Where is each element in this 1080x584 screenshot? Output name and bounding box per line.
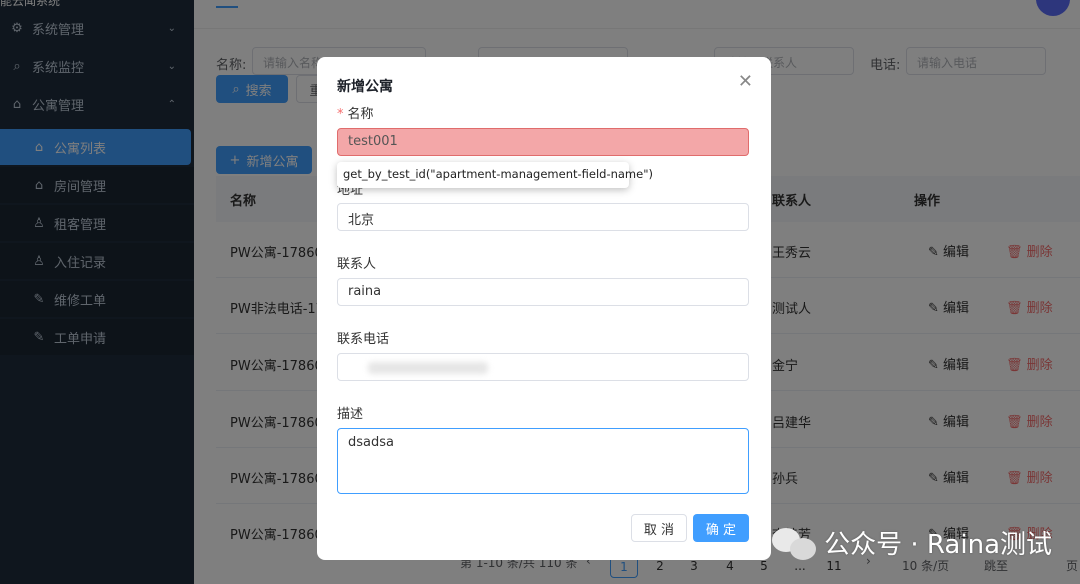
phone-field[interactable] <box>337 353 749 381</box>
redacted-phone <box>368 362 488 374</box>
phone-field-label: 联系电话 <box>337 332 390 347</box>
address-field[interactable]: 北京 <box>337 203 749 231</box>
description-field[interactable]: dsadsa <box>337 428 749 494</box>
description-field-label: 描述 <box>337 407 364 422</box>
brand-watermark-text: 公众号 · Raina测试 <box>824 530 1052 560</box>
dialog-title: 新增公寓 <box>337 79 393 95</box>
contact-field[interactable]: raina <box>337 278 749 306</box>
locator-tooltip: get_by_test_id("apartment-management-fie… <box>337 162 653 188</box>
name-field-label: * 名称 <box>337 103 374 122</box>
name-field[interactable]: test001 <box>337 128 749 156</box>
add-apartment-dialog: 新增公寓 ✕ * 名称 test001 地址 北京 get_by_test_id(… <box>317 57 771 560</box>
cancel-button[interactable]: 取 消 <box>631 514 687 542</box>
name-label-text: 名称 <box>347 107 374 122</box>
close-icon[interactable]: ✕ <box>738 71 753 92</box>
required-marker: * <box>337 107 344 122</box>
wechat-icon <box>772 526 817 560</box>
brand-watermark: 公众号 · Raina测试 <box>772 524 1052 561</box>
confirm-button[interactable]: 确 定 <box>693 514 749 542</box>
contact-field-label: 联系人 <box>337 257 377 272</box>
